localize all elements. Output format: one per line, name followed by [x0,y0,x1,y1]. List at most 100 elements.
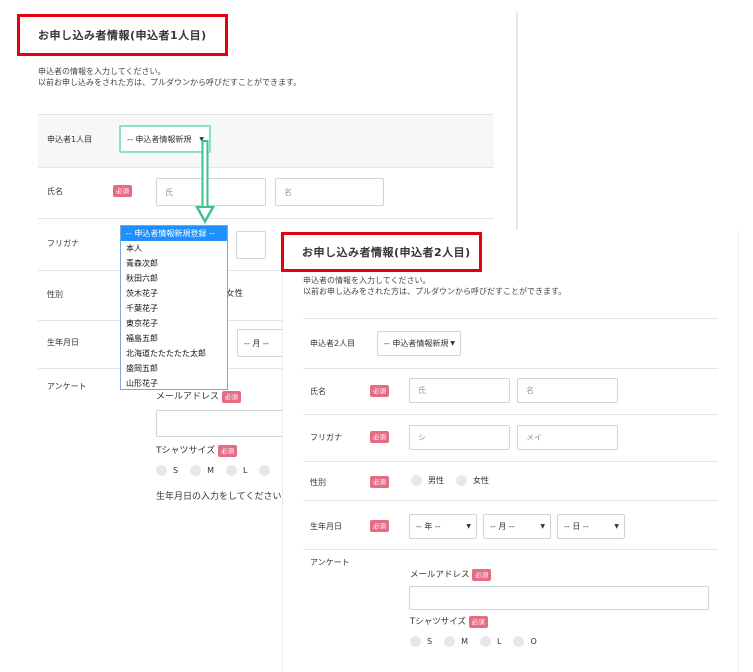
form2-divider [303,414,718,415]
form2-title: お申し込み者情報(申込者2人目) [281,232,482,272]
form2-sei-input[interactable]: 氏 [409,378,510,403]
form2-month-select[interactable]: -- 月 -- ▼ [483,514,551,539]
form1-applicant-label: 申込者1人目 [47,135,93,144]
form2-name-label: 氏名 [310,387,326,396]
dropdown-caret-icon: ▼ [466,523,471,530]
dropdown-option[interactable]: 秋田六郎 [121,271,227,286]
form2-survey-label: アンケート [310,558,350,567]
form2-tshirt-required-badge: 必須 [468,616,488,628]
form2-applicant-select-value: -- 申込者情報新規 [384,339,449,348]
dropdown-option[interactable]: 東京花子 [121,316,227,331]
form1-size-s-radio[interactable] [156,465,167,476]
dropdown-option[interactable]: 福島五郎 [121,331,227,346]
form1-size-s-label: S [173,466,179,475]
form2-size-s-radio[interactable] [410,636,421,647]
form2-day-select[interactable]: -- 日 -- ▼ [557,514,625,539]
form1-email-label: メールアドレス 必須 [156,389,241,403]
form2-birthdate-required-badge: 必須 [370,520,389,532]
form1-birthdate-label: 生年月日 [47,338,79,347]
dropdown-option[interactable]: 山形花子 [121,376,227,391]
form1-size-options: S M L [156,465,271,476]
form2-panel: お申し込み者情報(申込者2人目) 申込者の情報を入力してください。 以前お申し込… [281,230,739,672]
form2-gender-female-radio[interactable] [456,475,467,486]
form1-desc-line1: 申込者の情報を入力してください。 [38,67,166,76]
form1-mei-input[interactable]: 名 [275,178,384,206]
dropdown-option[interactable]: 千葉花子 [121,301,227,316]
form2-tshirt-label-text: Tシャツサイズ [410,617,466,627]
form2-desc-line1: 申込者の情報を入力してください。 [303,276,431,285]
form2-divider [303,368,718,369]
dropdown-caret-icon: ▼ [614,523,619,530]
form1-survey-label: アンケート [47,382,87,391]
form1-month-select[interactable]: -- 月 -- [237,329,287,357]
form2-divider [303,461,718,462]
form2-size-m-label: M [461,637,468,646]
form2-size-l-radio[interactable] [479,636,491,647]
form1-gender-female-label: 女性 [226,289,244,299]
form2-description: 申込者の情報を入力してください。 以前お申し込みをされた方は、プルダウンから呼び… [303,275,566,297]
form1-name-label: 氏名 [47,187,63,196]
form1-size-l-radio[interactable] [225,465,237,476]
form2-applicant-select[interactable]: -- 申込者情報新規 ▼ [377,331,461,356]
dropdown-option[interactable]: 青森次郎 [121,256,227,271]
form2-size-m-radio[interactable] [444,636,456,647]
dropdown-caret-icon: ▼ [540,523,545,530]
form2-gender-male-radio[interactable] [411,475,422,486]
form1-desc-line2: 以前お申し込みをされた方は、プルダウンから呼びだすことができます。 [38,78,302,87]
form2-birthdate-label: 生年月日 [310,522,342,531]
dropdown-option[interactable]: 盛岡五郎 [121,361,227,376]
form2-gender-options: 男性 女性 [411,475,489,486]
form1-gender-label: 性別 [47,290,63,299]
form2-month-value: -- 月 -- [490,522,515,531]
form1-email-label-text: メールアドレス [156,392,220,402]
form2-applicant-label: 申込者2人目 [310,339,356,348]
form2-email-label: メールアドレス 必須 [410,568,492,581]
form1-applicant-row [38,114,494,168]
form2-divider [303,500,718,501]
form2-size-o-label: O [530,637,537,646]
form2-size-o-radio[interactable] [513,636,525,647]
form2-name-required-badge: 必須 [370,385,389,397]
dropdown-option[interactable]: 本人 [121,241,227,256]
form1-furigana-mei-input[interactable] [236,231,266,259]
dropdown-caret-icon: ▼ [450,340,455,347]
form1-title-text: お申し込み者情報(申込者1人目) [38,29,207,42]
dropdown-option[interactable]: 北海道たたたたた太郎 [121,346,227,361]
form2-sei-placeholder: 氏 [418,386,426,395]
form1-applicant-select-value: -- 申込者情報新規 [127,134,192,144]
form2-day-value: -- 日 -- [564,522,589,531]
form2-email-required-badge: 必須 [472,569,492,581]
form2-furi-sei-input[interactable]: シ [409,425,510,450]
form1-size-m-label: M [207,466,214,475]
form2-mei-input[interactable]: 名 [517,378,618,403]
dropdown-option-new[interactable]: -- 申込者情報新規登録 -- [121,226,227,241]
form1-size-extra-radio[interactable] [259,465,271,476]
form1-month-value: -- 月 -- [244,338,269,348]
form1-tshirt-required-badge: 必須 [218,445,238,457]
form2-size-options: S M L O [410,636,537,647]
form2-title-text: お申し込み者情報(申込者2人目) [302,246,471,259]
form1-furigana-label: フリガナ [47,239,79,248]
form2-divider [303,318,718,319]
form2-mei-placeholder: 名 [526,386,534,395]
form2-gender-required-badge: 必須 [370,476,389,488]
form2-furigana-label: フリガナ [310,433,342,442]
form1-mei-placeholder: 名 [284,187,292,197]
form1-sei-placeholder: 氏 [165,187,173,197]
form2-divider [303,549,718,550]
form2-furi-mei-input[interactable]: メイ [517,425,618,450]
form2-tshirt-label: Tシャツサイズ 必須 [410,615,488,628]
form2-year-value: -- 年 -- [416,522,441,531]
form1-size-m-radio[interactable] [190,465,202,476]
applicant-dropdown-list: -- 申込者情報新規登録 -- 本人 青森次郎 秋田六郎 茨木花子 千葉花子 東… [120,225,228,390]
dropdown-option[interactable]: 茨木花子 [121,286,227,301]
form2-furi-mei-placeholder: メイ [526,433,542,442]
form2-email-input[interactable] [409,586,709,610]
form1-description: 申込者の情報を入力してください。 以前お申し込みをされた方は、プルダウンから呼び… [38,66,301,88]
form2-desc-line2: 以前お申し込みをされた方は、プルダウンから呼びだすことができます。 [303,287,567,296]
form1-size-l-label: L [242,466,248,475]
form2-year-select[interactable]: -- 年 -- ▼ [409,514,477,539]
form1-email-input[interactable] [156,410,284,437]
form2-gender-female-label: 女性 [473,476,489,485]
panel-separator [516,12,518,232]
